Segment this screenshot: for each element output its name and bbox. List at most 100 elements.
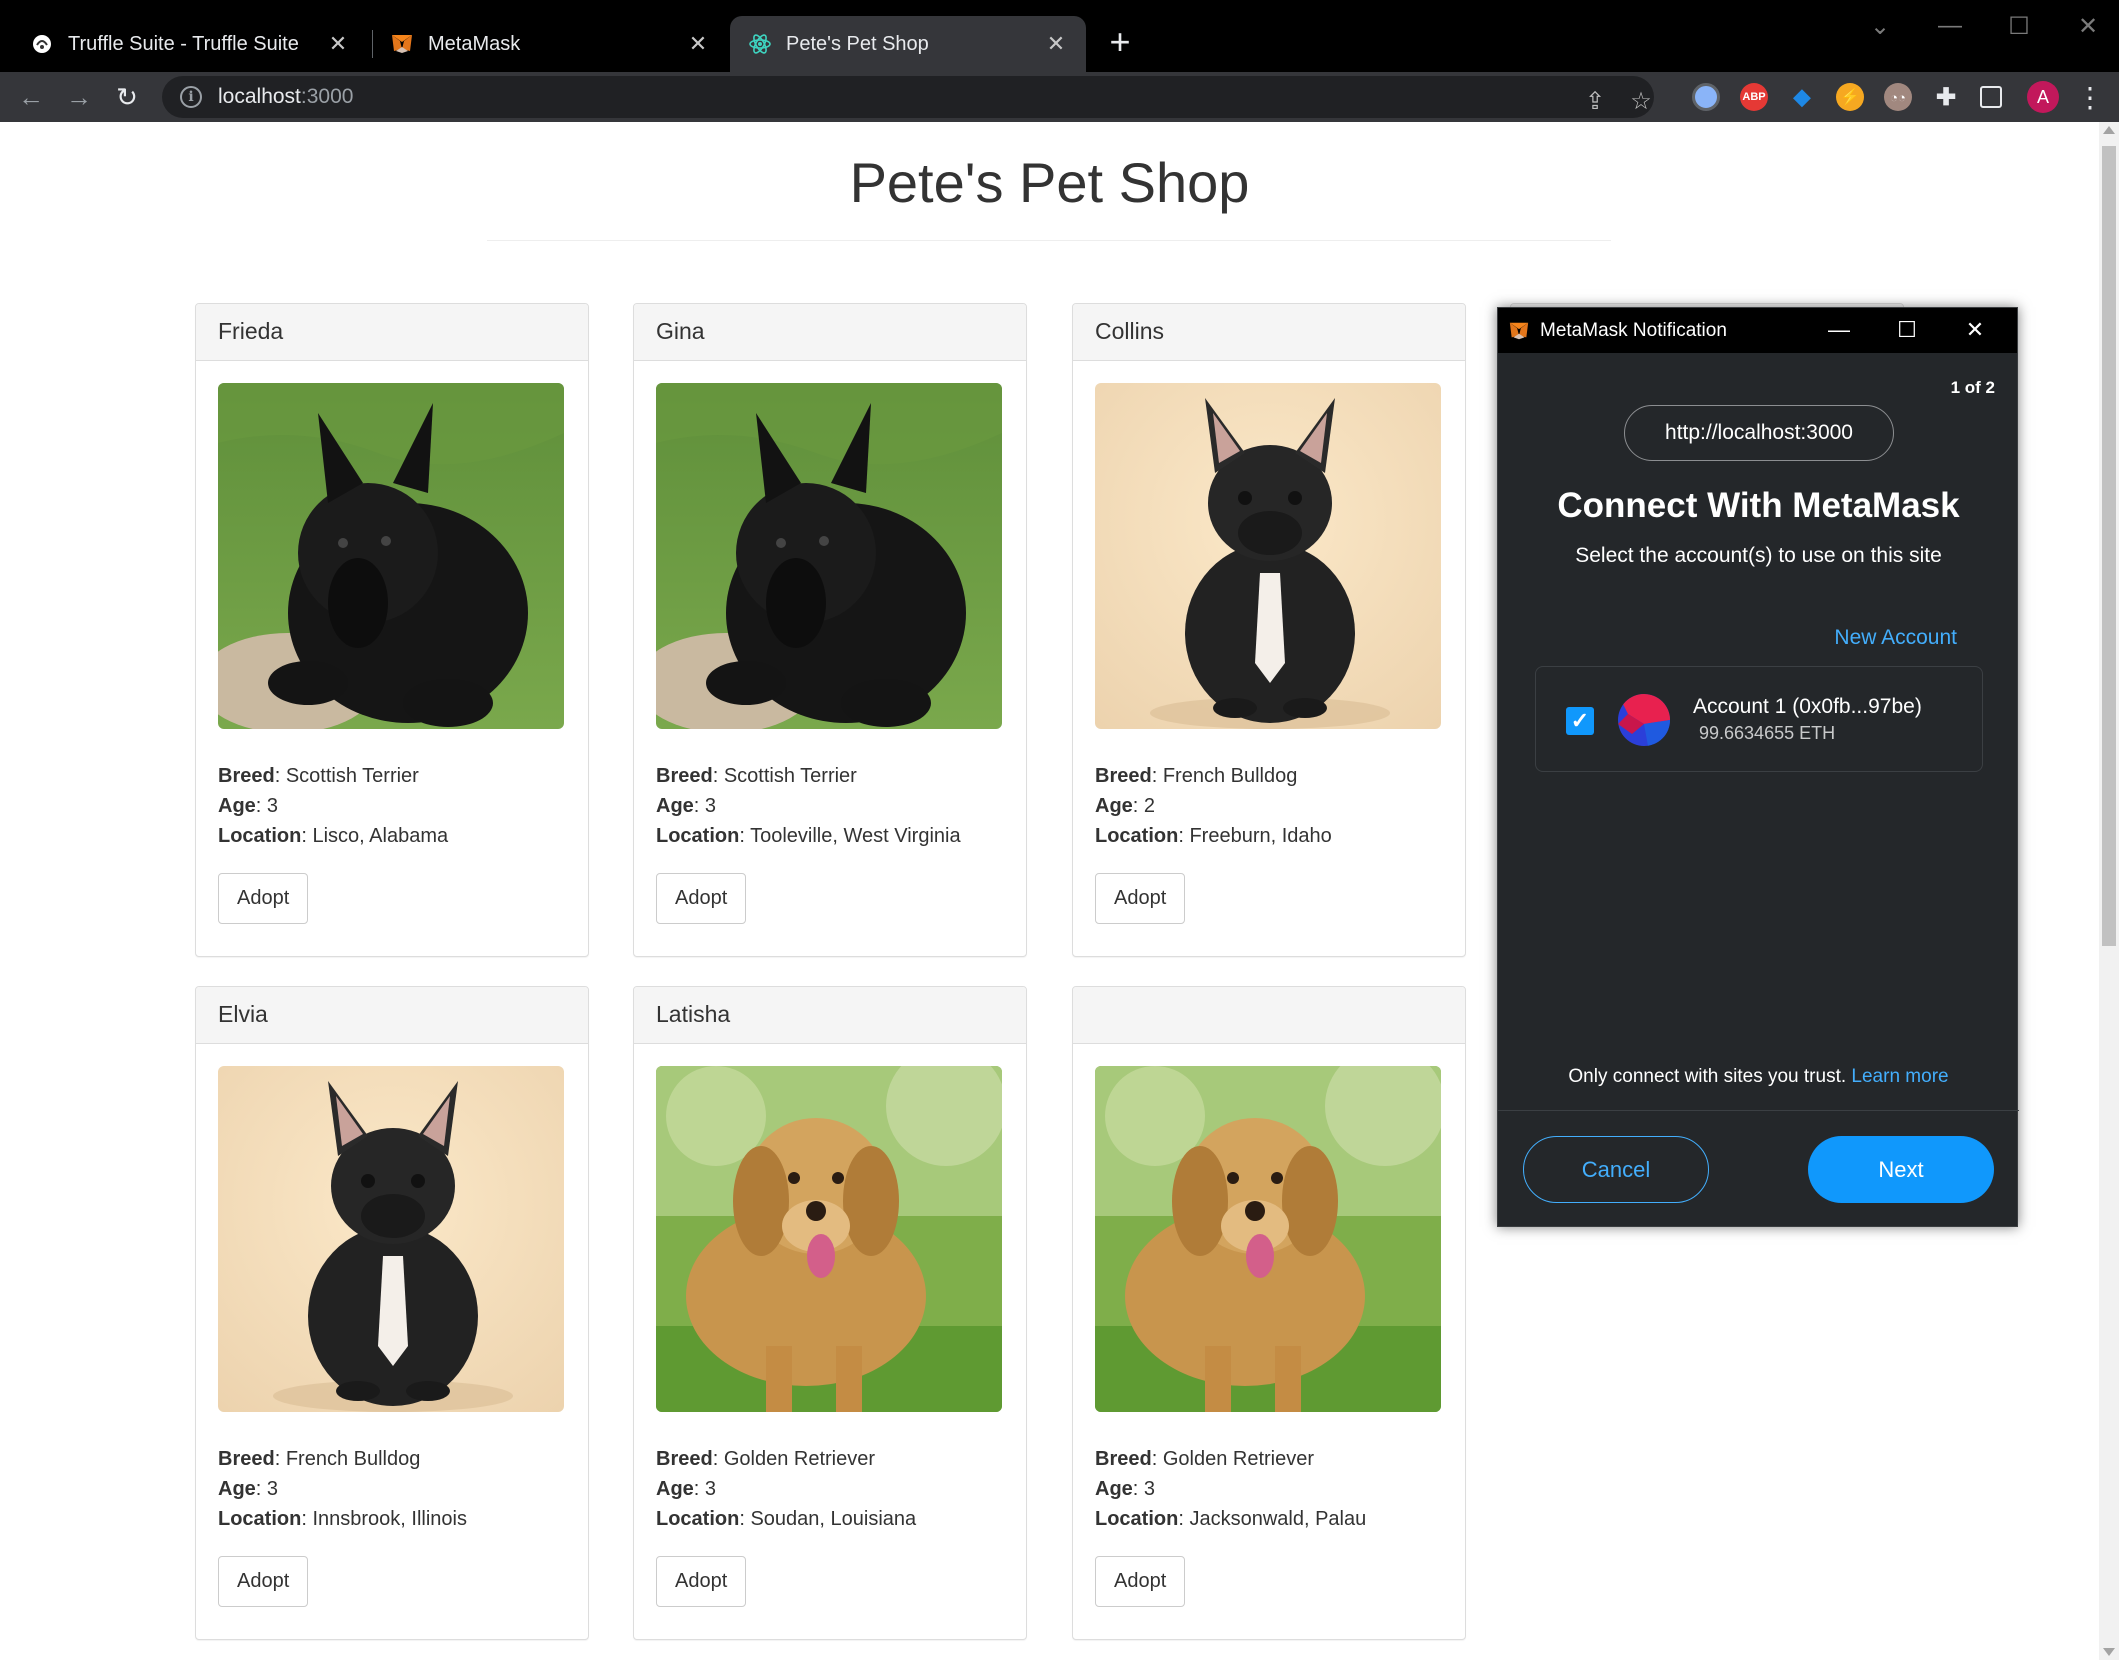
metamask-fox-icon [390, 32, 414, 56]
extensions-puzzle-icon[interactable]: ✚ [1932, 83, 1960, 111]
metamask-extension-icon[interactable]: ⚡ [1836, 83, 1864, 111]
gem-extension-icon[interactable]: ◆ [1788, 83, 1816, 111]
tab-title: Pete's Pet Shop [786, 32, 929, 55]
page-scrollbar[interactable] [2099, 122, 2119, 1660]
pet-photo [218, 1066, 564, 1412]
adopt-button[interactable]: Adopt [218, 1556, 309, 1607]
pet-breed: Scottish Terrier [285, 765, 419, 787]
pet-breed-row: Breed: Golden Retriever [1095, 1448, 1315, 1470]
pet-details: Breed: Golden Retriever Age: 3 Location: J… [1095, 1444, 1443, 1534]
pet-location-row: Location: Innsbrook, Illinois [218, 1508, 467, 1530]
share-icon[interactable]: ⇪ [1580, 86, 1610, 116]
side-panel-icon[interactable] [1980, 86, 2002, 108]
browser-toolbar: ← → ↻ i localhost:3000 ⇪ ☆ ABP ◆ ⚡ ◔◔ ✚ … [0, 72, 2119, 122]
title-divider [487, 240, 1611, 241]
pet-breed: Golden Retriever [1162, 1448, 1315, 1470]
pet-location-label: Location [656, 825, 740, 847]
pet-details: Breed: Scottish Terrier Age: 3 Location: L… [218, 761, 566, 851]
pet-card: Breed: Golden Retriever Age: 3 Location: J… [1072, 986, 1466, 1640]
pet-location-row: Location: Freeburn, Idaho [1095, 825, 1332, 847]
tab-petes-pet-shop[interactable]: Pete's Pet Shop ✕ [730, 16, 1086, 72]
page-title: Pete's Pet Shop [849, 151, 1250, 214]
close-tab-icon[interactable]: ✕ [1044, 31, 1068, 56]
truffle-icon [30, 32, 54, 56]
pet-breed: Golden Retriever [723, 1448, 876, 1470]
minimize-icon[interactable]: — [1930, 10, 1970, 42]
close-icon[interactable]: ✕ [1958, 314, 1992, 346]
tab-title: Truffle Suite - Truffle Suite [68, 32, 299, 55]
pet-card: Frieda Breed: Scottish Terrier Age: 3 Loca… [195, 303, 589, 957]
scrollbar-thumb[interactable] [2102, 146, 2116, 946]
back-arrow-icon[interactable]: ← [12, 78, 50, 116]
pet-location-label: Location [1095, 825, 1179, 847]
account-name: Account 1 (0x0fb...97be) [1693, 695, 1922, 718]
close-window-icon[interactable]: ✕ [2068, 10, 2108, 42]
pet-name: Frieda [196, 304, 588, 361]
pet-location-row: Location: Lisco, Alabama [218, 825, 449, 847]
tab-truffle-suite[interactable]: Truffle Suite - Truffle Suite ✕ [12, 16, 368, 72]
pet-location: Freeburn, Idaho [1189, 825, 1332, 847]
tab-search-icon[interactable]: ⌄ [1860, 10, 1900, 42]
bookmark-star-icon[interactable]: ☆ [1626, 86, 1656, 116]
more-menu-icon[interactable]: ⋮ [2076, 81, 2104, 113]
grey-circle-extension-icon[interactable] [1692, 83, 1720, 111]
pet-age: 3 [266, 795, 279, 817]
reload-icon[interactable]: ↻ [108, 78, 146, 116]
trust-notice: Only connect with sites you trust. Learn… [1498, 1066, 2019, 1088]
close-tab-icon[interactable]: ✕ [686, 31, 710, 56]
pet-age-row: Age: 3 [656, 1478, 717, 1500]
pet-age-label: Age [656, 795, 694, 817]
connect-heading: Connect With MetaMask [1557, 486, 1960, 525]
maximize-icon[interactable]: ☐ [1890, 314, 1924, 346]
pet-location-row: Location: Jacksonwald, Palau [1095, 1508, 1367, 1530]
adopt-button[interactable]: Adopt [1095, 1556, 1186, 1607]
tab-title: MetaMask [428, 32, 521, 55]
pet-card-body: Breed: French Bulldog Age: 2 Location: Fre… [1073, 361, 1465, 946]
pet-details: Breed: Scottish Terrier Age: 3 Location: T… [656, 761, 1004, 851]
address-bar[interactable]: i localhost:3000 ⇪ ☆ [162, 76, 1654, 118]
learn-more-link[interactable]: Learn more [1851, 1066, 1948, 1087]
pet-card-body: Breed: Scottish Terrier Age: 3 Location: L… [196, 361, 588, 946]
pet-breed-row: Breed: French Bulldog [218, 1448, 421, 1470]
new-account-link[interactable]: New Account [1834, 626, 1957, 650]
pet-breed-label: Breed [1095, 1448, 1152, 1470]
url-port: :3000 [300, 85, 354, 108]
browser-tab-bar: Truffle Suite - Truffle Suite ✕ MetaMask… [0, 0, 2119, 72]
tab-metamask[interactable]: MetaMask ✕ [372, 16, 728, 72]
metamask-titlebar: MetaMask Notification — ☐ ✕ [1498, 308, 2017, 353]
pet-location-row: Location: Soudan, Louisiana [656, 1508, 917, 1530]
adopt-button[interactable]: Adopt [656, 1556, 747, 1607]
maximize-icon[interactable]: ☐ [1999, 10, 2039, 42]
cancel-button[interactable]: Cancel [1523, 1136, 1709, 1203]
pet-breed-row: Breed: Scottish Terrier [218, 765, 419, 787]
react-icon [748, 32, 772, 56]
next-button[interactable]: Next [1808, 1136, 1994, 1203]
profile-avatar[interactable]: A [2027, 81, 2059, 113]
account-row[interactable]: ✓ Account 1 (0x0fb...97be) 99.6634655 ET… [1535, 666, 1983, 772]
account-checkbox[interactable]: ✓ [1566, 707, 1594, 735]
metamask-fox-icon [1508, 320, 1530, 342]
url-host: localhost [218, 85, 301, 108]
new-tab-button[interactable]: + [1104, 21, 1136, 62]
pet-card: Latisha Breed: Golden Retriever Age: 3 Loc… [633, 986, 1027, 1640]
adopt-button[interactable]: Adopt [218, 873, 309, 924]
pet-card: Gina Breed: Scottish Terrier Age: 3 Locati… [633, 303, 1027, 957]
pet-breed: French Bulldog [285, 1448, 421, 1470]
adopt-button[interactable]: Adopt [1095, 873, 1186, 924]
scroll-down-icon[interactable] [2103, 1648, 2115, 1656]
pet-location: Innsbrook, Illinois [312, 1508, 467, 1530]
adopt-button[interactable]: Adopt [656, 873, 747, 924]
pet-location-row: Location: Tooleville, West Virginia [656, 825, 961, 847]
minimize-icon[interactable]: — [1822, 314, 1856, 346]
adblock-plus-extension-icon[interactable]: ABP [1740, 83, 1768, 111]
scroll-up-icon[interactable] [2103, 126, 2115, 134]
pet-breed-label: Breed [656, 1448, 713, 1470]
pet-location: Tooleville, West Virginia [750, 825, 961, 847]
forward-arrow-icon[interactable]: → [60, 78, 98, 116]
close-tab-icon[interactable]: ✕ [326, 31, 350, 56]
pet-age-row: Age: 3 [1095, 1478, 1156, 1500]
pet-age-label: Age [1095, 795, 1133, 817]
site-info-icon[interactable]: i [180, 86, 202, 108]
pet-age: 3 [704, 795, 717, 817]
owl-extension-icon[interactable]: ◔◔ [1884, 83, 1912, 111]
